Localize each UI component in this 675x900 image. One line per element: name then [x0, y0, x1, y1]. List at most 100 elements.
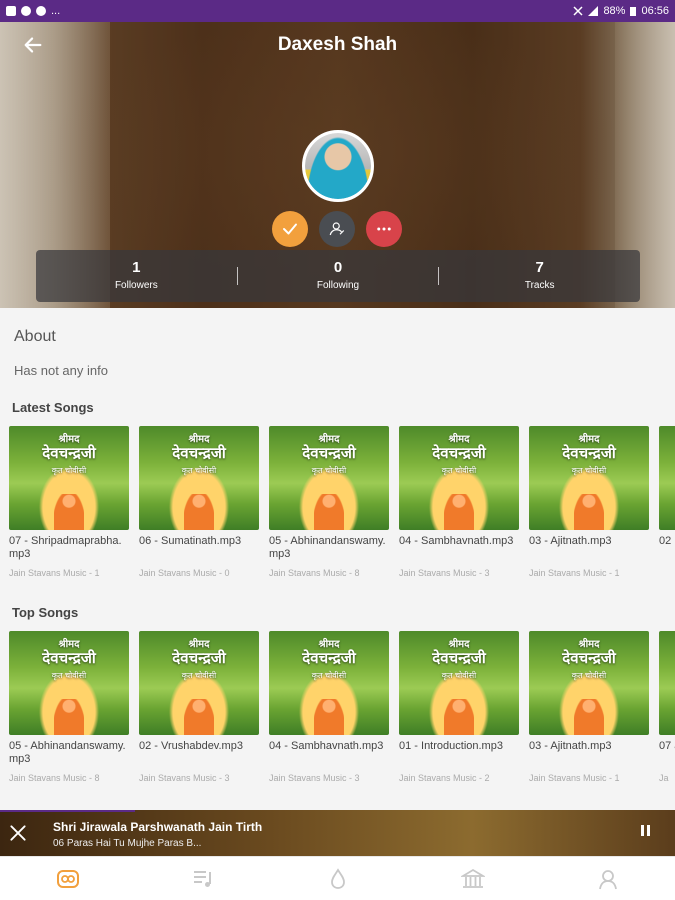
song-card[interactable]: श्रीमद देवचन्द्रजी कृत चोवीसी 01 - Introdu…	[399, 631, 519, 783]
check-icon	[283, 223, 297, 235]
follow-button[interactable]	[272, 211, 308, 247]
song-card[interactable]: श्रीमद देवचन्द्रजी कृत चोवीसी 07 - Shripad…	[9, 426, 129, 578]
followers-count: 1	[132, 259, 141, 276]
profile-header: Daxesh Shah 1 Followers 0 Following 7 Tr…	[0, 22, 675, 308]
profile-actions	[272, 211, 402, 247]
thumb-text: देवचन्द्रजी	[172, 649, 226, 667]
about-text: Has not any info	[14, 363, 108, 378]
song-title: 07 a.	[659, 740, 675, 752]
song-card[interactable]: श्रीमद देवचन्द्रजी कृत चोवीसी 05 - Abhinan…	[269, 426, 389, 578]
latest-songs-title: Latest Songs	[12, 400, 94, 415]
song-title: 01 - Introduction.mp3	[399, 740, 503, 752]
meditating-figure	[54, 494, 84, 530]
status-bar: ... 88% 06:56	[0, 0, 675, 22]
song-subtitle: Jain Stavans Music - 0	[139, 568, 230, 578]
home-icon	[56, 869, 79, 888]
thumb-text: कृत चोवीसी	[571, 671, 607, 680]
now-playing-track: 06 Paras Hai Tu Mujhe Paras B...	[53, 838, 202, 849]
thumb-text: कृत चोवीसी	[181, 466, 217, 475]
thumb-text: देवचन्द्रजी	[659, 443, 675, 463]
song-thumbnail: श्रीमददेवचन्द्रजीकृत चोवीसी	[659, 631, 675, 735]
battery-level: 88%	[603, 5, 626, 17]
mute-icon	[573, 6, 583, 16]
flame-icon	[330, 867, 345, 889]
profile-stats: 1 Followers 0 Following 7 Tracks	[36, 250, 640, 302]
more-dots-icon	[377, 227, 391, 231]
meditating-figure	[444, 699, 474, 735]
latest-songs-list[interactable]: श्रीमद देवचन्द्रजी कृत चोवीसी 07 - Shripad…	[9, 426, 675, 578]
song-card[interactable]: श्रीमद देवचन्द्रजी कृत चोवीसी 03 - Ajitnat…	[529, 631, 649, 783]
song-card[interactable]: श्रीमद देवचन्द्रजी कृत चोवीसी 04 - Sambhav…	[269, 631, 389, 783]
thumb-text: देवचन्द्रजी	[562, 444, 616, 462]
song-thumbnail: श्रीमददेवचन्द्रजीकृत चोवीसी	[9, 426, 129, 530]
song-title: 03 - Ajitnath.mp3	[529, 740, 612, 752]
tracks-label: Tracks	[524, 280, 555, 291]
nav-home[interactable]	[44, 860, 92, 898]
meditating-figure	[574, 494, 604, 530]
song-subtitle: Jain Stavans Music - 1	[529, 568, 620, 578]
about-title: About	[14, 328, 56, 345]
thumb-text: देवचन्द्रजी	[302, 444, 356, 462]
song-subtitle: Jain Stavans Music - 3	[399, 568, 490, 578]
song-subtitle: Jain Stavans Music - 1	[9, 568, 100, 578]
thumb-text: कृत चोवीसी	[441, 671, 477, 680]
back-arrow-icon[interactable]	[22, 34, 44, 56]
song-thumbnail: श्रीमददेवचन्द्रजीकृत चोवीसी	[9, 631, 129, 735]
avatar-image	[305, 133, 371, 199]
following-stat[interactable]: 0 Following	[238, 259, 439, 293]
song-subtitle: Jain Stavans Music - 3	[139, 773, 230, 783]
thumb-text: देवचन्द्रजी	[432, 649, 486, 667]
nav-flame[interactable]	[314, 860, 362, 898]
thumb-text: कृत चोवीसी	[51, 466, 87, 475]
song-title: 05 - Abhinandanswamy.mp3	[269, 535, 386, 560]
song-thumbnail: श्रीमददेवचन्द्रजीकृत चोवीसी	[139, 631, 259, 735]
thumb-text: देवचन्द्रजी	[42, 444, 96, 462]
nav-temple[interactable]	[449, 860, 497, 898]
profile-content[interactable]: About Has not any info Latest Songs श्री…	[0, 308, 675, 810]
song-subtitle: Ja	[659, 773, 669, 783]
temple-icon	[460, 868, 485, 888]
tracks-stat[interactable]: 7 Tracks	[439, 259, 640, 293]
song-card[interactable]: श्रीमद देवचन्द्रजी कृत चोवीसी 04 - Sambhav…	[399, 426, 519, 578]
mini-player[interactable]: Shri Jirawala Parshwanath Jain Tirth 06 …	[0, 810, 675, 856]
user-profile-button[interactable]	[319, 211, 355, 247]
thumb-text: देवचन्द्रजी	[172, 444, 226, 462]
meditating-figure	[184, 699, 214, 735]
song-subtitle: Jain Stavans Music - 8	[269, 568, 360, 578]
song-card[interactable]: श्रीमद देवचन्द्रजी कृत चोवीसी 05 - Abhinan…	[9, 631, 129, 783]
song-card[interactable]: श्रीमद देवचन्द्रजी कृत चोवीसी 03 - Ajitnat…	[529, 426, 649, 578]
pause-icon[interactable]	[641, 825, 655, 839]
song-card[interactable]: श्रीमद देवचन्द्रजी कृत चोवीसी 02 - Vrushab…	[139, 631, 259, 783]
song-card[interactable]: श्रीमद देवचन्द्रजी कृत चोवीसी 06 - Sumatin…	[139, 426, 259, 578]
thumb-text: देवचन्द्रजी	[562, 649, 616, 667]
song-title: 05 - Abhinandanswamy.mp3	[9, 740, 126, 765]
song-thumbnail: श्रीमददेवचन्द्रजीकृत चोवीसी	[139, 426, 259, 530]
followers-stat[interactable]: 1 Followers	[36, 259, 237, 293]
song-thumbnail: श्रीमददेवचन्द्रजीकृत चोवीसी	[529, 631, 649, 735]
meditating-figure	[574, 699, 604, 735]
close-icon[interactable]	[8, 823, 28, 843]
thumb-text: कृत चोवीसी	[571, 466, 607, 475]
song-title: 06 - Sumatinath.mp3	[139, 535, 242, 547]
nav-profile[interactable]	[584, 860, 632, 898]
song-thumbnail: श्रीमददेवचन्द्रजीकृत चोवीसी	[399, 426, 519, 530]
song-thumbnail: श्रीमददेवचन्द्रजीकृत चोवीसी	[269, 426, 389, 530]
song-title: 03 - Ajitnath.mp3	[529, 535, 612, 547]
thumb-text: कृत चोवीसी	[659, 465, 675, 476]
top-songs-list[interactable]: श्रीमद देवचन्द्रजी कृत चोवीसी 05 - Abhinan…	[9, 631, 675, 783]
music-icon	[21, 6, 31, 16]
avatar[interactable]	[302, 130, 374, 202]
song-thumbnail: श्रीमददेवचन्द्रजीकृत चोवीसी	[529, 426, 649, 530]
song-title: 02	[659, 535, 672, 547]
thumb-text: देवचन्द्रजी	[42, 649, 96, 667]
song-card[interactable]: श्रीमददेवचन्द्रजीकृत चोवीसी 02	[659, 426, 675, 578]
user-icon	[329, 222, 345, 236]
thumb-text: देवचन्द्रजी	[432, 444, 486, 462]
meditating-figure	[184, 494, 214, 530]
song-card[interactable]: श्रीमददेवचन्द्रजीकृत चोवीसी 07 a. Ja	[659, 631, 675, 783]
more-options-button[interactable]	[366, 211, 402, 247]
nav-playlist[interactable]	[179, 860, 227, 898]
song-title: 04 - Sambhavnath.mp3	[269, 740, 384, 752]
thumb-text: देवचन्द्रजी	[302, 649, 356, 667]
bottom-navigation	[0, 856, 675, 900]
